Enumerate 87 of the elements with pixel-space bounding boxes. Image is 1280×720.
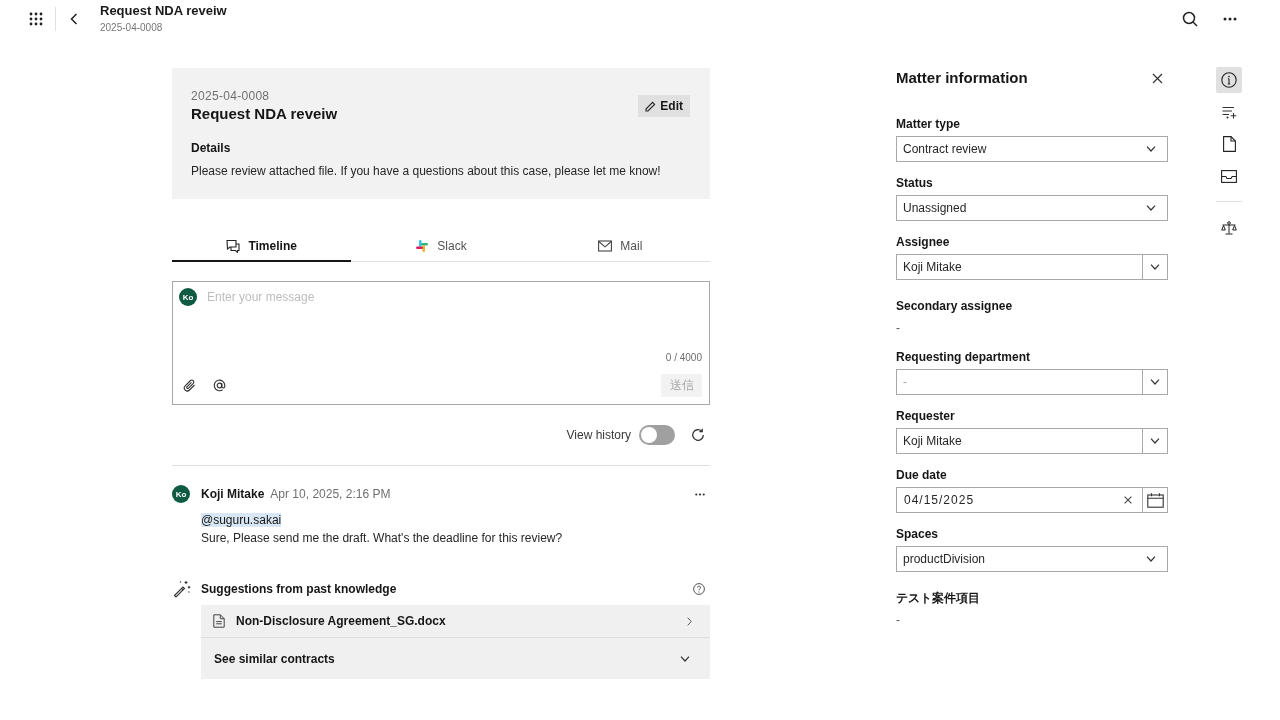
expander-row[interactable]: See similar contracts [201, 637, 710, 679]
tab[interactable]: Mail [530, 232, 710, 262]
details-heading: Details [191, 140, 232, 156]
close-button[interactable] [1152, 72, 1163, 84]
clear-button[interactable] [1124, 496, 1132, 504]
close-icon [1124, 496, 1132, 504]
combo-field[interactable]: Koji Mitake [896, 428, 1142, 454]
details-text: Please review attached file. If you have a questions about this case, please let me know! [191, 163, 662, 180]
search-icon [1182, 11, 1198, 27]
field-value: - [896, 612, 901, 628]
dropdown-button[interactable] [1142, 428, 1168, 454]
help-button[interactable] [693, 583, 705, 595]
suggestions-heading: Suggestions from past knowledge [201, 582, 397, 596]
refresh-button[interactable] [691, 428, 705, 442]
dropdown-field[interactable]: Contract review [896, 136, 1168, 162]
field-label: Status [896, 175, 934, 191]
toggle-switch[interactable] [639, 425, 675, 445]
help-icon [693, 583, 705, 595]
colored-hash-icon [415, 239, 430, 253]
field-label: テスト案件項目 [896, 590, 981, 606]
refresh-icon [691, 428, 705, 442]
caret-icon [1146, 556, 1156, 562]
more-icon [1223, 17, 1237, 21]
field-label: Secondary assignee [896, 298, 1014, 314]
combo-field[interactable]: Koji Mitake [896, 254, 1142, 280]
document-icon [213, 614, 225, 628]
mention-text[interactable]: @suguru.sakai [201, 513, 282, 527]
file-icon [1222, 136, 1236, 152]
comment-menu-button[interactable] [695, 492, 705, 496]
calendar-icon [1146, 492, 1164, 508]
matter-number: 2025-04-0008 [191, 88, 271, 104]
dropdown-field[interactable]: productDivision [896, 546, 1168, 572]
user-avatar: Ko [172, 485, 190, 503]
balance-scale-icon [1221, 221, 1237, 235]
close-icon [1152, 72, 1163, 84]
field-label: Assignee [896, 234, 951, 250]
back-button[interactable] [70, 13, 78, 25]
tab[interactable]: Timeline [172, 232, 352, 262]
caret-icon [1150, 438, 1160, 444]
caret-icon [1146, 205, 1156, 211]
comment-author: Koji Mitake [201, 487, 265, 501]
info-icon [1221, 72, 1237, 88]
chevron-left-icon [70, 13, 78, 25]
more-button[interactable] [1223, 17, 1237, 21]
caret-icon [1146, 146, 1156, 152]
field-label: Spaces [896, 526, 940, 542]
dropdown-button[interactable] [1142, 254, 1168, 280]
sidebar-tab[interactable] [1216, 67, 1242, 93]
caret-icon [1150, 379, 1160, 385]
page-title: Request NDA reveiw [100, 3, 227, 19]
chat-bubbles-icon [226, 239, 241, 253]
attach-button[interactable] [183, 379, 196, 392]
dropdown-field[interactable]: Unassigned [896, 195, 1168, 221]
search-button[interactable] [1182, 11, 1198, 27]
field-label: Matter type [896, 116, 961, 132]
chevron-right-icon [687, 616, 692, 626]
user-avatar: Ko [179, 288, 197, 306]
app-menu-button[interactable] [29, 12, 43, 26]
magic-wand-icon [173, 580, 191, 598]
at-sign-icon [213, 379, 226, 392]
field-value: - [896, 320, 901, 336]
comment-time: Apr 10, 2025, 2:16 PM [270, 487, 391, 501]
page-subtitle: 2025-04-0008 [100, 21, 164, 35]
view-history-label: View history [566, 428, 631, 442]
grid-icon [29, 12, 43, 26]
edit-button[interactable]: Edit [638, 95, 690, 117]
caret-icon [1150, 264, 1160, 270]
list-plus-icon [1221, 105, 1237, 119]
mail-icon [598, 240, 613, 252]
mention-button[interactable] [213, 379, 226, 392]
panel-title: Matter information [896, 68, 1028, 88]
dropdown-button[interactable] [1142, 369, 1168, 395]
date-field[interactable]: 04/15/2025 [896, 487, 1142, 513]
field-label: Due date [896, 467, 948, 483]
chevron-down-icon [680, 655, 690, 662]
tab[interactable]: Slack [351, 232, 531, 262]
field-label: Requesting department [896, 349, 1031, 365]
matter-title: Request NDA reveiw [191, 104, 338, 124]
calendar-button[interactable] [1142, 487, 1168, 513]
inbox-icon [1221, 169, 1237, 183]
document-link[interactable]: Non-Disclosure Agreement_SG.docx [201, 605, 710, 637]
field-label: Requester [896, 408, 956, 424]
character-counter: 0 / 4000 [665, 351, 702, 365]
pencil-icon [645, 100, 657, 112]
paperclip-icon [183, 379, 196, 392]
comment-text: Sure, Please send me the draft. What's the deadline for this review? [201, 530, 564, 547]
more-icon [695, 492, 705, 496]
